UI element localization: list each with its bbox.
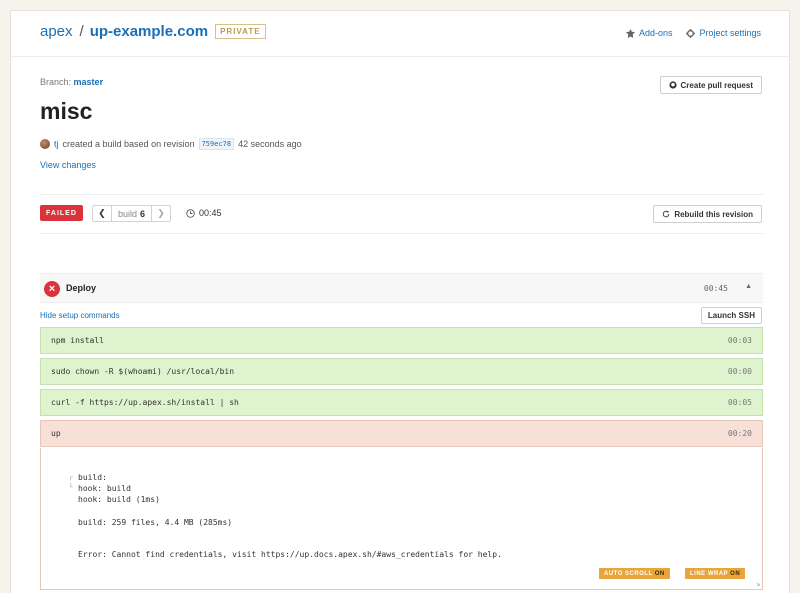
step-time: 00:03: [727, 336, 752, 345]
branch-info: Branch: master: [40, 77, 103, 87]
line-wrap-toggle[interactable]: LINE WRAP ON: [685, 568, 746, 579]
user-link[interactable]: tj: [54, 139, 59, 149]
private-badge: PRIVATE: [215, 24, 266, 39]
build-label: build: [118, 208, 138, 219]
log-line: build: 259 files, 4.4 MB (285ms): [78, 518, 233, 527]
line-wrap-state: ON: [730, 570, 741, 577]
build-duration: 00:45: [186, 208, 222, 218]
create-pull-request-button[interactable]: Create pull request: [659, 76, 762, 94]
avatar: [40, 139, 50, 149]
failed-x-icon: ×: [44, 281, 60, 297]
step-row[interactable]: sudo chown -R $(whoami) /usr/local/bin 0…: [40, 358, 763, 385]
step-time: 00:05: [727, 398, 752, 407]
hide-setup-commands-link[interactable]: Hide setup commands: [40, 311, 120, 320]
log-line: Error: Cannot find credentials, visit ht…: [78, 550, 502, 559]
clock-icon: [186, 208, 195, 218]
duration-value: 00:45: [199, 208, 222, 218]
puzzle-icon: [625, 28, 635, 38]
auto-scroll-label: AUTO SCROLL: [604, 570, 653, 577]
fold-start-icon: ┌: [69, 474, 73, 481]
divider: [40, 233, 763, 234]
branch-label: Branch:: [40, 77, 72, 87]
log-line: build:: [78, 473, 107, 482]
build-navigator: ❮ build 6 ❯: [92, 205, 172, 222]
build-number: build 6: [111, 206, 153, 221]
log-line: hook: build: [78, 484, 131, 493]
deploy-title: Deploy: [66, 283, 97, 293]
project-actions: Add-ons Project settings: [625, 28, 761, 38]
step-row[interactable]: npm install 00:03: [40, 327, 763, 354]
build-meta: tj created a build based on revision 759…: [40, 138, 302, 150]
revision-link[interactable]: 759ec78: [198, 138, 235, 150]
step-output-log[interactable]: ┌ └ build: hook: build hook: build (1ms)…: [40, 448, 763, 590]
launch-ssh-button[interactable]: Launch SSH: [700, 307, 762, 324]
step-command: up: [51, 429, 61, 438]
branch-link[interactable]: master: [74, 77, 104, 87]
deploy-section-header[interactable]: × Deploy 00:45 ▲: [40, 273, 763, 303]
refresh-icon: [663, 210, 670, 218]
addons-link[interactable]: Add-ons: [625, 28, 673, 38]
auto-scroll-toggle[interactable]: AUTO SCROLL ON: [599, 568, 670, 579]
repo-link[interactable]: up-example.com: [90, 23, 208, 40]
fold-end-icon: └: [69, 484, 73, 491]
breadcrumb-separator: /: [79, 23, 84, 40]
step-row[interactable]: curl -f https://up.apex.sh/install | sh …: [40, 389, 763, 416]
gear-icon: [686, 28, 696, 38]
deploy-time: 00:45: [703, 284, 728, 293]
project-settings-link[interactable]: Project settings: [686, 28, 761, 38]
auto-scroll-state: ON: [654, 570, 665, 577]
build-page: apex / up-example.com PRIVATE Add-ons Pr…: [10, 10, 790, 593]
github-icon: [668, 81, 677, 89]
time-ago: 42 seconds ago: [238, 139, 302, 149]
create-pr-label: Create pull request: [680, 80, 753, 90]
settings-label: Project settings: [699, 28, 761, 38]
step-time: 00:20: [727, 429, 752, 438]
breadcrumb: apex / up-example.com PRIVATE: [40, 23, 266, 40]
previous-build-button[interactable]: ❮: [93, 206, 111, 221]
action-text: created a build based on revision: [62, 139, 195, 149]
resize-handle-icon[interactable]: ⇲: [756, 581, 760, 588]
rebuild-label: Rebuild this revision: [674, 209, 753, 219]
step-command: npm install: [51, 336, 104, 345]
org-link[interactable]: apex: [40, 23, 73, 40]
step-command: curl -f https://up.apex.sh/install | sh: [51, 398, 239, 407]
step-time: 00:00: [727, 367, 752, 376]
log-line: hook: build (1ms): [78, 495, 160, 504]
rebuild-button[interactable]: Rebuild this revision: [653, 205, 762, 223]
line-wrap-label: LINE WRAP: [690, 570, 729, 577]
next-build-button[interactable]: ❯: [152, 206, 170, 221]
divider: [40, 194, 763, 195]
project-header: apex / up-example.com PRIVATE Add-ons Pr…: [11, 11, 789, 57]
status-badge: FAILED: [40, 205, 83, 221]
step-row[interactable]: up 00:20: [40, 420, 763, 447]
build-number-value: 6: [140, 208, 146, 219]
collapse-caret-icon[interactable]: ▲: [745, 283, 752, 290]
page-title: misc: [40, 98, 93, 124]
addons-label: Add-ons: [638, 28, 673, 38]
view-changes-link[interactable]: View changes: [40, 160, 96, 170]
step-command: sudo chown -R $(whoami) /usr/local/bin: [51, 367, 235, 376]
